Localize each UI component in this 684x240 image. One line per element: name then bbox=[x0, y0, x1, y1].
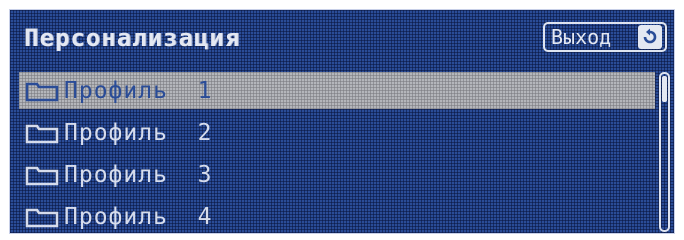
folder-icon bbox=[24, 79, 60, 103]
exit-button-label: Выход bbox=[551, 25, 612, 49]
list-item[interactable]: Профиль 2 bbox=[19, 114, 655, 151]
profile-list: Профиль 1 Профиль 2 Профиль 3 Профиль 4 bbox=[19, 72, 655, 233]
list-item-label: Профиль 1 bbox=[64, 77, 213, 104]
scroll-thumb[interactable] bbox=[662, 76, 667, 102]
list-item[interactable]: Профиль 3 bbox=[19, 156, 655, 193]
folder-icon bbox=[24, 205, 60, 229]
list-item[interactable]: Профиль 4 bbox=[19, 198, 655, 233]
lcd-screen: Персонализация Выход Профиль 1 Профиль 2… bbox=[9, 9, 675, 234]
list-item-label: Профиль 3 bbox=[64, 161, 213, 188]
page-title: Персонализация bbox=[24, 24, 241, 52]
list-item[interactable]: Профиль 1 bbox=[19, 72, 655, 109]
return-arrow-icon bbox=[638, 25, 662, 49]
scrollbar[interactable] bbox=[659, 72, 670, 232]
folder-icon bbox=[24, 163, 60, 187]
list-item-label: Профиль 2 bbox=[64, 119, 213, 146]
exit-button[interactable]: Выход bbox=[543, 22, 667, 52]
device-frame: Персонализация Выход Профиль 1 Профиль 2… bbox=[0, 0, 684, 240]
folder-icon bbox=[24, 121, 60, 145]
list-item-label: Профиль 4 bbox=[64, 203, 213, 230]
